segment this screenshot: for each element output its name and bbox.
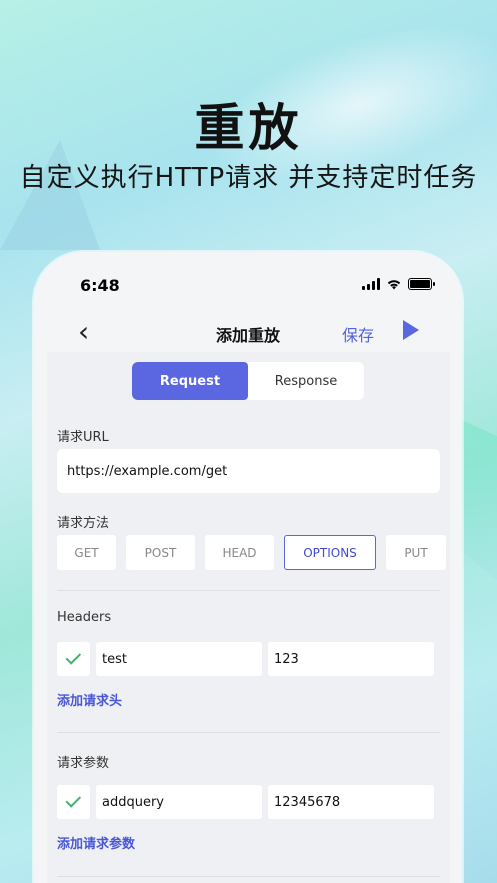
method-option-put[interactable]: PUT — [386, 535, 446, 570]
header-enabled-checkbox[interactable] — [57, 642, 90, 676]
divider — [57, 876, 440, 877]
page-title: 添加重放 — [215, 326, 280, 345]
hero-title: 重放 — [194, 99, 303, 157]
status-icons — [362, 278, 435, 290]
param-enabled-checkbox[interactable] — [57, 785, 90, 819]
divider — [57, 732, 440, 733]
header-value-input[interactable]: 123 — [268, 642, 434, 676]
save-button[interactable]: 保存 — [342, 322, 374, 346]
status-time: 6:48 — [80, 276, 120, 295]
param-key-input[interactable]: addquery — [96, 785, 262, 819]
method-option-post[interactable]: POST — [126, 535, 195, 570]
param-value-input[interactable]: 12345678 — [268, 785, 434, 819]
play-icon[interactable] — [403, 320, 419, 340]
param-row: addquery 12345678 — [57, 785, 440, 819]
tab-response[interactable]: Response — [248, 362, 364, 400]
request-form: Request Response 请求URL https://example.c… — [47, 352, 450, 883]
url-input[interactable]: https://example.com/get — [57, 449, 440, 493]
header-row: test 123 — [57, 642, 440, 676]
request-response-tabs: Request Response — [132, 362, 364, 400]
hero-subtitle: 自定义执行HTTP请求 并支持定时任务 — [19, 163, 478, 193]
method-option-head[interactable]: HEAD — [205, 535, 274, 570]
method-selector: GET POST HEAD OPTIONS PUT — [57, 535, 446, 570]
url-label: 请求URL — [57, 430, 109, 445]
header-key-input[interactable]: test — [96, 642, 262, 676]
nav-bar: ‹ 添加重放 保存 — [34, 310, 462, 352]
checkmark-icon — [65, 792, 81, 808]
params-label: 请求参数 — [57, 756, 110, 771]
divider — [57, 590, 440, 591]
tab-request[interactable]: Request — [132, 362, 248, 400]
add-header-button[interactable]: 添加请求头 — [57, 690, 122, 709]
method-option-get[interactable]: GET — [57, 535, 116, 570]
method-label: 请求方法 — [57, 516, 110, 531]
checkmark-icon — [65, 649, 81, 665]
phone-frame: 6:48 ‹ 添加重放 保存 Request Response 请求URL ht… — [34, 252, 462, 883]
status-bar: 6:48 — [34, 252, 462, 310]
battery-icon — [408, 278, 435, 290]
wifi-icon — [387, 280, 401, 290]
add-param-button[interactable]: 添加请求参数 — [57, 833, 135, 852]
cellular-signal-icon — [362, 278, 380, 290]
method-option-options[interactable]: OPTIONS — [284, 535, 376, 570]
headers-label: Headers — [57, 610, 112, 625]
